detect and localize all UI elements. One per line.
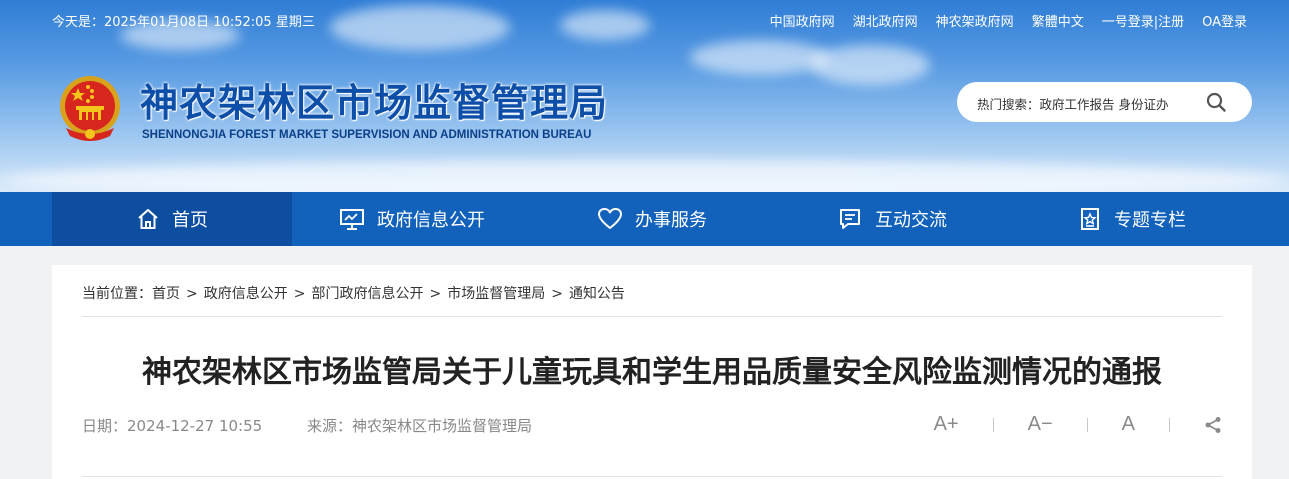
site-header: 今天是：2025年01月08日 10:52:05 星期三 中国政府网 湖北政府网… — [0, 0, 1289, 192]
cloud-decoration — [810, 45, 930, 85]
article-title: 神农架林区市场监管局关于儿童玩具和学生用品质量安全风险监测情况的通报 — [142, 355, 1162, 390]
nav-item-topics[interactable]: 专题专栏 — [1012, 192, 1252, 246]
search-hot-keywords[interactable]: 热门搜索：政府工作报告 身份证办 — [977, 94, 1168, 113]
link-traditional-chinese[interactable]: 繁體中文 — [1032, 11, 1084, 30]
national-emblem-icon — [60, 76, 120, 141]
nav-label-topics: 专题专栏 — [1114, 210, 1186, 231]
cloud-decoration — [560, 10, 650, 40]
article-panel: 当前位置：首页 > 政府信息公开 > 部门政府信息公开 > 市场监督管理局 > 通知公告 神农架… — [52, 265, 1252, 479]
font-default-button[interactable]: A — [1122, 413, 1135, 436]
breadcrumb-notices[interactable]: 通知公告 — [569, 286, 625, 302]
main-nav: 首页 政府信息公开 办事服务 互动交流 专题专栏 — [0, 192, 1289, 246]
article-tools: A+ A− A — [934, 413, 1222, 436]
breadcrumb-separator: > — [186, 286, 198, 302]
breadcrumb-dept-info[interactable]: 部门政府信息公开 — [311, 286, 423, 302]
site-title: 神农架林区市场监督管理局 — [140, 80, 609, 125]
nav-item-interaction[interactable]: 互动交流 — [772, 192, 1012, 246]
cloud-decoration — [690, 40, 830, 75]
breadcrumb-separator: > — [293, 286, 306, 302]
article-source: 来源：神农架林区市场监督管理局 — [306, 417, 532, 435]
nav-label-interaction: 互动交流 — [875, 210, 947, 231]
breadcrumb-separator: > — [551, 286, 563, 302]
site-subtitle: SHENNONGJIA FOREST MARKET SUPERVISION AN… — [142, 129, 592, 141]
current-datetime: 今天是：2025年01月08日 10:52:05 星期三 — [52, 15, 315, 30]
nav-item-gov-info[interactable]: 政府信息公开 — [292, 192, 532, 246]
home-icon — [138, 209, 158, 229]
link-login-register[interactable]: 一号登录|注册 — [1102, 11, 1184, 30]
nav-label-home: 首页 — [172, 210, 208, 231]
divider — [82, 316, 1222, 317]
divider — [82, 476, 1222, 477]
link-oa-login[interactable]: OA登录 — [1202, 11, 1247, 30]
breadcrumb-market-bureau[interactable]: 市场监督管理局 — [447, 286, 545, 302]
publish-date: 日期：2024-12-27 10:55 — [82, 417, 263, 435]
star-document-icon — [1081, 208, 1099, 230]
nav-label-gov-info: 政府信息公开 — [377, 210, 485, 231]
tool-divider — [1086, 417, 1088, 432]
tool-divider — [992, 417, 994, 432]
nav-label-services: 办事服务 — [635, 210, 707, 231]
chat-icon — [840, 209, 860, 229]
share-icon[interactable] — [1204, 416, 1222, 434]
top-links: 中国政府网 湖北政府网 神农架政府网 繁體中文 一号登录|注册 OA登录 — [770, 11, 1247, 30]
search-box[interactable]: 热门搜索：政府工作报告 身份证办 — [957, 82, 1252, 122]
heart-icon — [598, 208, 622, 229]
cloud-decoration — [0, 160, 1289, 192]
nav-item-home[interactable]: 首页 — [52, 192, 292, 246]
breadcrumb-gov-info[interactable]: 政府信息公开 — [204, 286, 288, 302]
font-smaller-button[interactable]: A− — [1028, 413, 1053, 436]
breadcrumb-home[interactable]: 首页 — [152, 286, 180, 302]
breadcrumb-separator: > — [429, 286, 442, 302]
link-shennongjia-gov[interactable]: 神农架政府网 — [936, 11, 1014, 30]
cloud-decoration — [330, 5, 510, 50]
link-hubei-gov[interactable]: 湖北政府网 — [853, 11, 918, 30]
link-china-gov[interactable]: 中国政府网 — [770, 11, 835, 30]
search-icon[interactable] — [1206, 92, 1226, 112]
nav-item-services[interactable]: 办事服务 — [532, 192, 772, 246]
tool-divider — [1169, 417, 1170, 432]
article-meta: 日期：2024-12-27 10:55 来源：神农架林区市场监督管理局 — [82, 415, 532, 436]
font-larger-button[interactable]: A+ — [934, 413, 959, 436]
presentation-board-icon — [340, 209, 364, 230]
breadcrumb: 当前位置：首页 > 政府信息公开 > 部门政府信息公开 > 市场监督管理局 > 通知公告 — [82, 283, 625, 303]
breadcrumb-prefix: 当前位置： — [82, 286, 152, 302]
